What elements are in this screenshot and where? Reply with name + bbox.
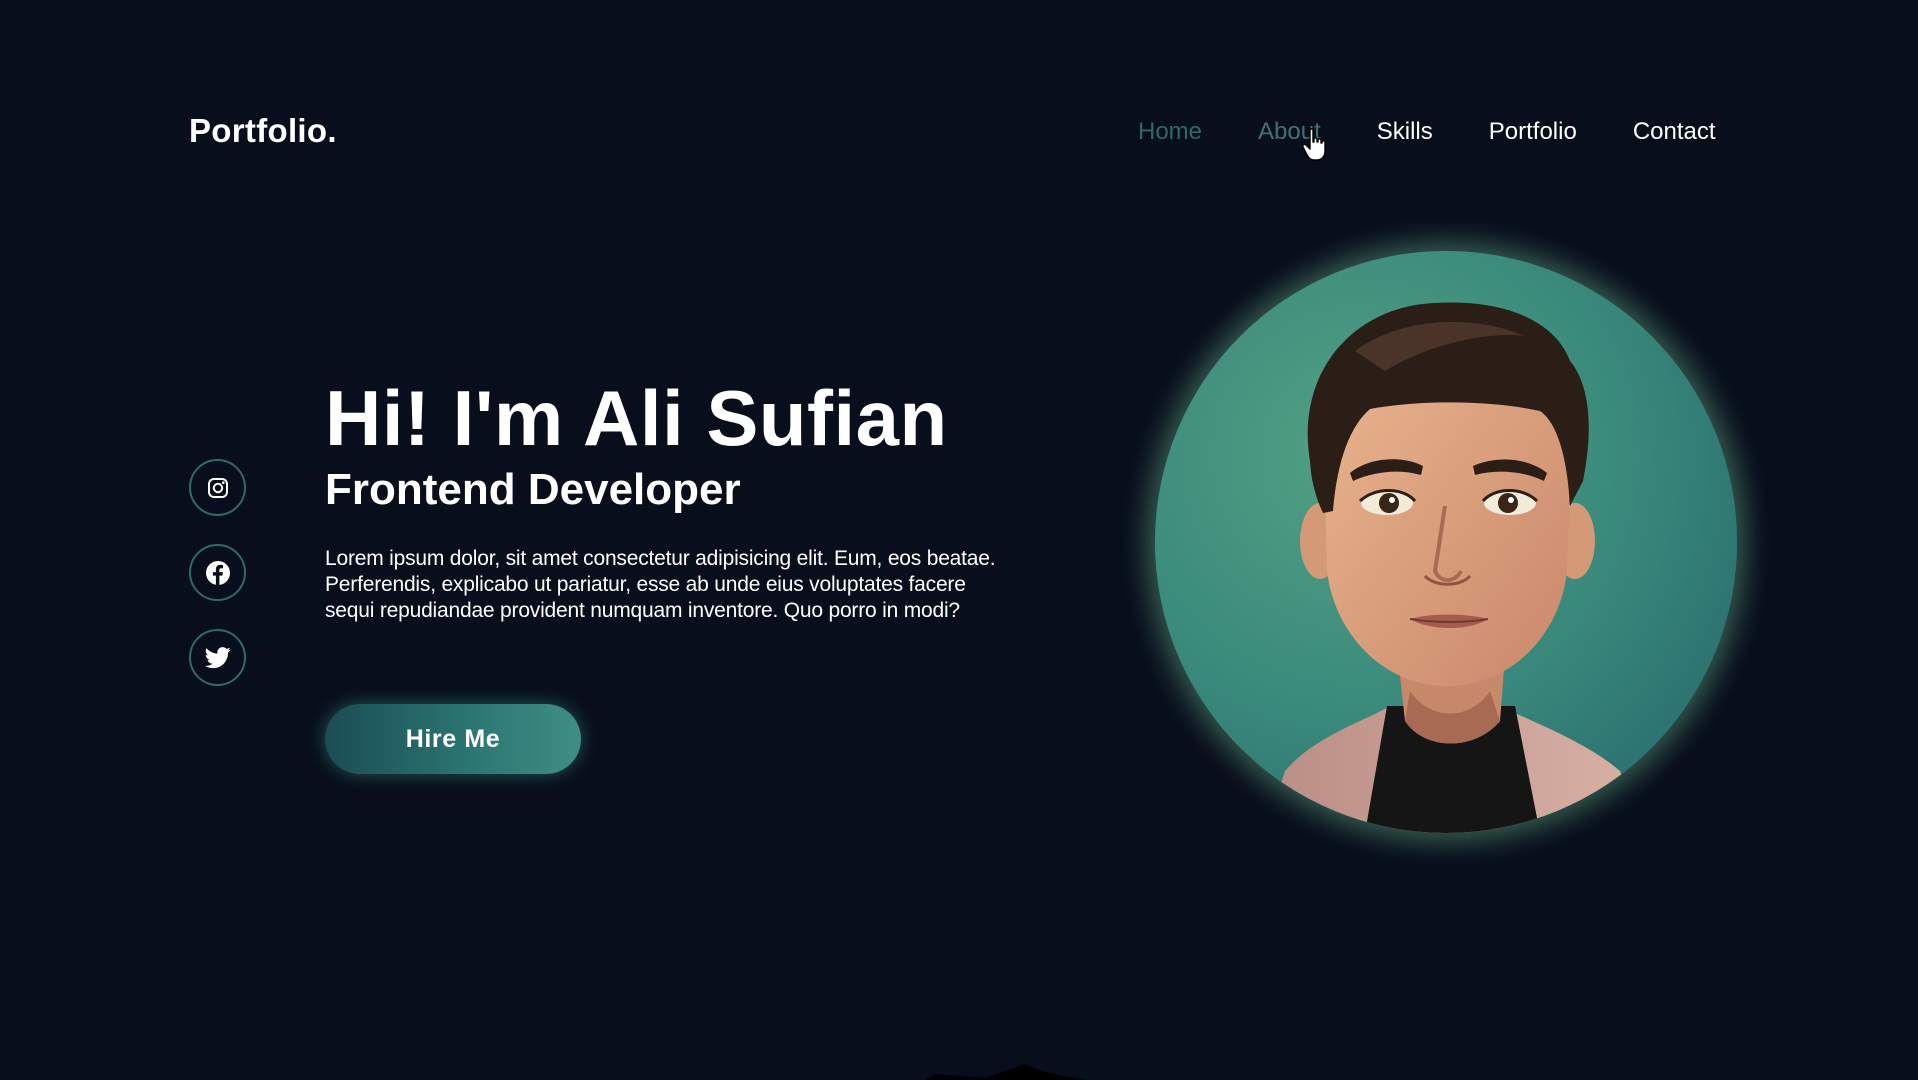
facebook-icon (205, 560, 230, 585)
nav-contact[interactable]: Contact (1633, 118, 1716, 146)
page: Portfolio. Home About Skills Portfolio C… (0, 0, 1918, 1080)
twitter-icon (204, 646, 231, 668)
profile-portrait (1155, 251, 1737, 833)
facebook-link[interactable] (189, 544, 246, 601)
logo[interactable]: Portfolio. (189, 112, 337, 150)
decorative-shape (925, 1064, 1085, 1080)
nav-portfolio[interactable]: Portfolio (1489, 118, 1577, 146)
hire-me-button[interactable]: Hire Me (325, 704, 581, 774)
instagram-icon (207, 477, 228, 498)
avatar (1155, 251, 1737, 833)
nav-skills[interactable]: Skills (1377, 118, 1433, 146)
hero-description: Lorem ipsum dolor, sit amet consectetur … (325, 547, 996, 622)
main-nav: Home About Skills Portfolio Contact (1138, 118, 1716, 146)
twitter-link[interactable] (189, 629, 246, 686)
hand-cursor-icon (1302, 128, 1326, 161)
hero-subtitle: Frontend Developer (325, 465, 741, 514)
instagram-link[interactable] (189, 459, 246, 516)
nav-home[interactable]: Home (1138, 118, 1202, 146)
hero-title: Hi! I'm Ali Sufian (325, 374, 948, 462)
social-links (189, 459, 246, 686)
